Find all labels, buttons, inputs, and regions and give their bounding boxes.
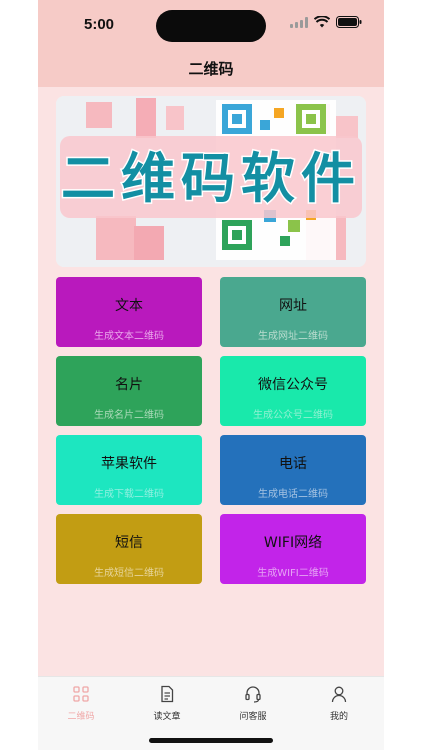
card-subtitle: 生成电话二维码: [258, 489, 328, 500]
card-subtitle: 生成文本二维码: [94, 331, 164, 342]
tab-label: 读文章: [153, 712, 181, 722]
document-icon: [161, 685, 174, 703]
banner-illustration: 二维码软件: [56, 96, 366, 267]
card-phone[interactable]: 电话 生成电话二维码: [220, 435, 366, 505]
card-subtitle: 生成下载二维码: [94, 489, 164, 500]
card-title: 网址: [279, 298, 307, 314]
tab-articles[interactable]: 读文章: [124, 685, 210, 722]
tab-label: 问客服: [239, 712, 267, 722]
banner-image[interactable]: 二维码软件: [56, 96, 366, 267]
card-title: 微信公众号: [258, 377, 328, 393]
card-title: 苹果软件: [101, 456, 157, 472]
tab-qrcode[interactable]: 二维码: [38, 685, 124, 722]
qr-grid-icon: [73, 686, 89, 702]
card-wifi[interactable]: WIFI网络 生成WIFI二维码: [220, 514, 366, 584]
card-text[interactable]: 文本 生成文本二维码: [56, 277, 202, 347]
banner-text: 二维码软件: [61, 147, 361, 210]
card-subtitle: 生成WIFI二维码: [257, 568, 329, 579]
card-subtitle: 生成公众号二维码: [253, 410, 333, 421]
card-title: 名片: [115, 377, 143, 393]
card-subtitle: 生成网址二维码: [258, 331, 328, 342]
card-sms[interactable]: 短信 生成短信二维码: [56, 514, 202, 584]
card-title: 文本: [115, 298, 143, 314]
battery-icon: [336, 16, 362, 28]
card-subtitle: 生成短信二维码: [94, 568, 164, 579]
card-url[interactable]: 网址 生成网址二维码: [220, 277, 366, 347]
card-business-card[interactable]: 名片 生成名片二维码: [56, 356, 202, 426]
status-icons: [290, 16, 362, 28]
card-title: 短信: [115, 535, 143, 551]
top-bar: 5:00 二维码: [38, 0, 384, 87]
card-title: WIFI网络: [263, 535, 323, 551]
tab-support[interactable]: 问客服: [210, 685, 296, 722]
status-time: 5:00: [84, 16, 115, 33]
app-screen: 5:00 二维码 二维码软件 文本 生成文本二维码 网址 生成网址二维码 名片 …: [38, 0, 384, 750]
headset-icon: [245, 686, 261, 703]
card-wechat[interactable]: 微信公众号 生成公众号二维码: [220, 356, 366, 426]
cellular-icon: [290, 16, 308, 28]
tab-label: 二维码: [67, 712, 95, 722]
tab-label: 我的: [329, 712, 348, 722]
tab-profile[interactable]: 我的: [296, 685, 382, 722]
person-icon: [331, 686, 347, 703]
home-indicator: [149, 738, 273, 743]
card-subtitle: 生成名片二维码: [94, 410, 164, 421]
page-title: 二维码: [188, 60, 234, 78]
dynamic-island: [156, 10, 266, 42]
card-apple-app[interactable]: 苹果软件 生成下载二维码: [56, 435, 202, 505]
card-title: 电话: [279, 456, 307, 472]
wifi-icon: [314, 16, 330, 28]
